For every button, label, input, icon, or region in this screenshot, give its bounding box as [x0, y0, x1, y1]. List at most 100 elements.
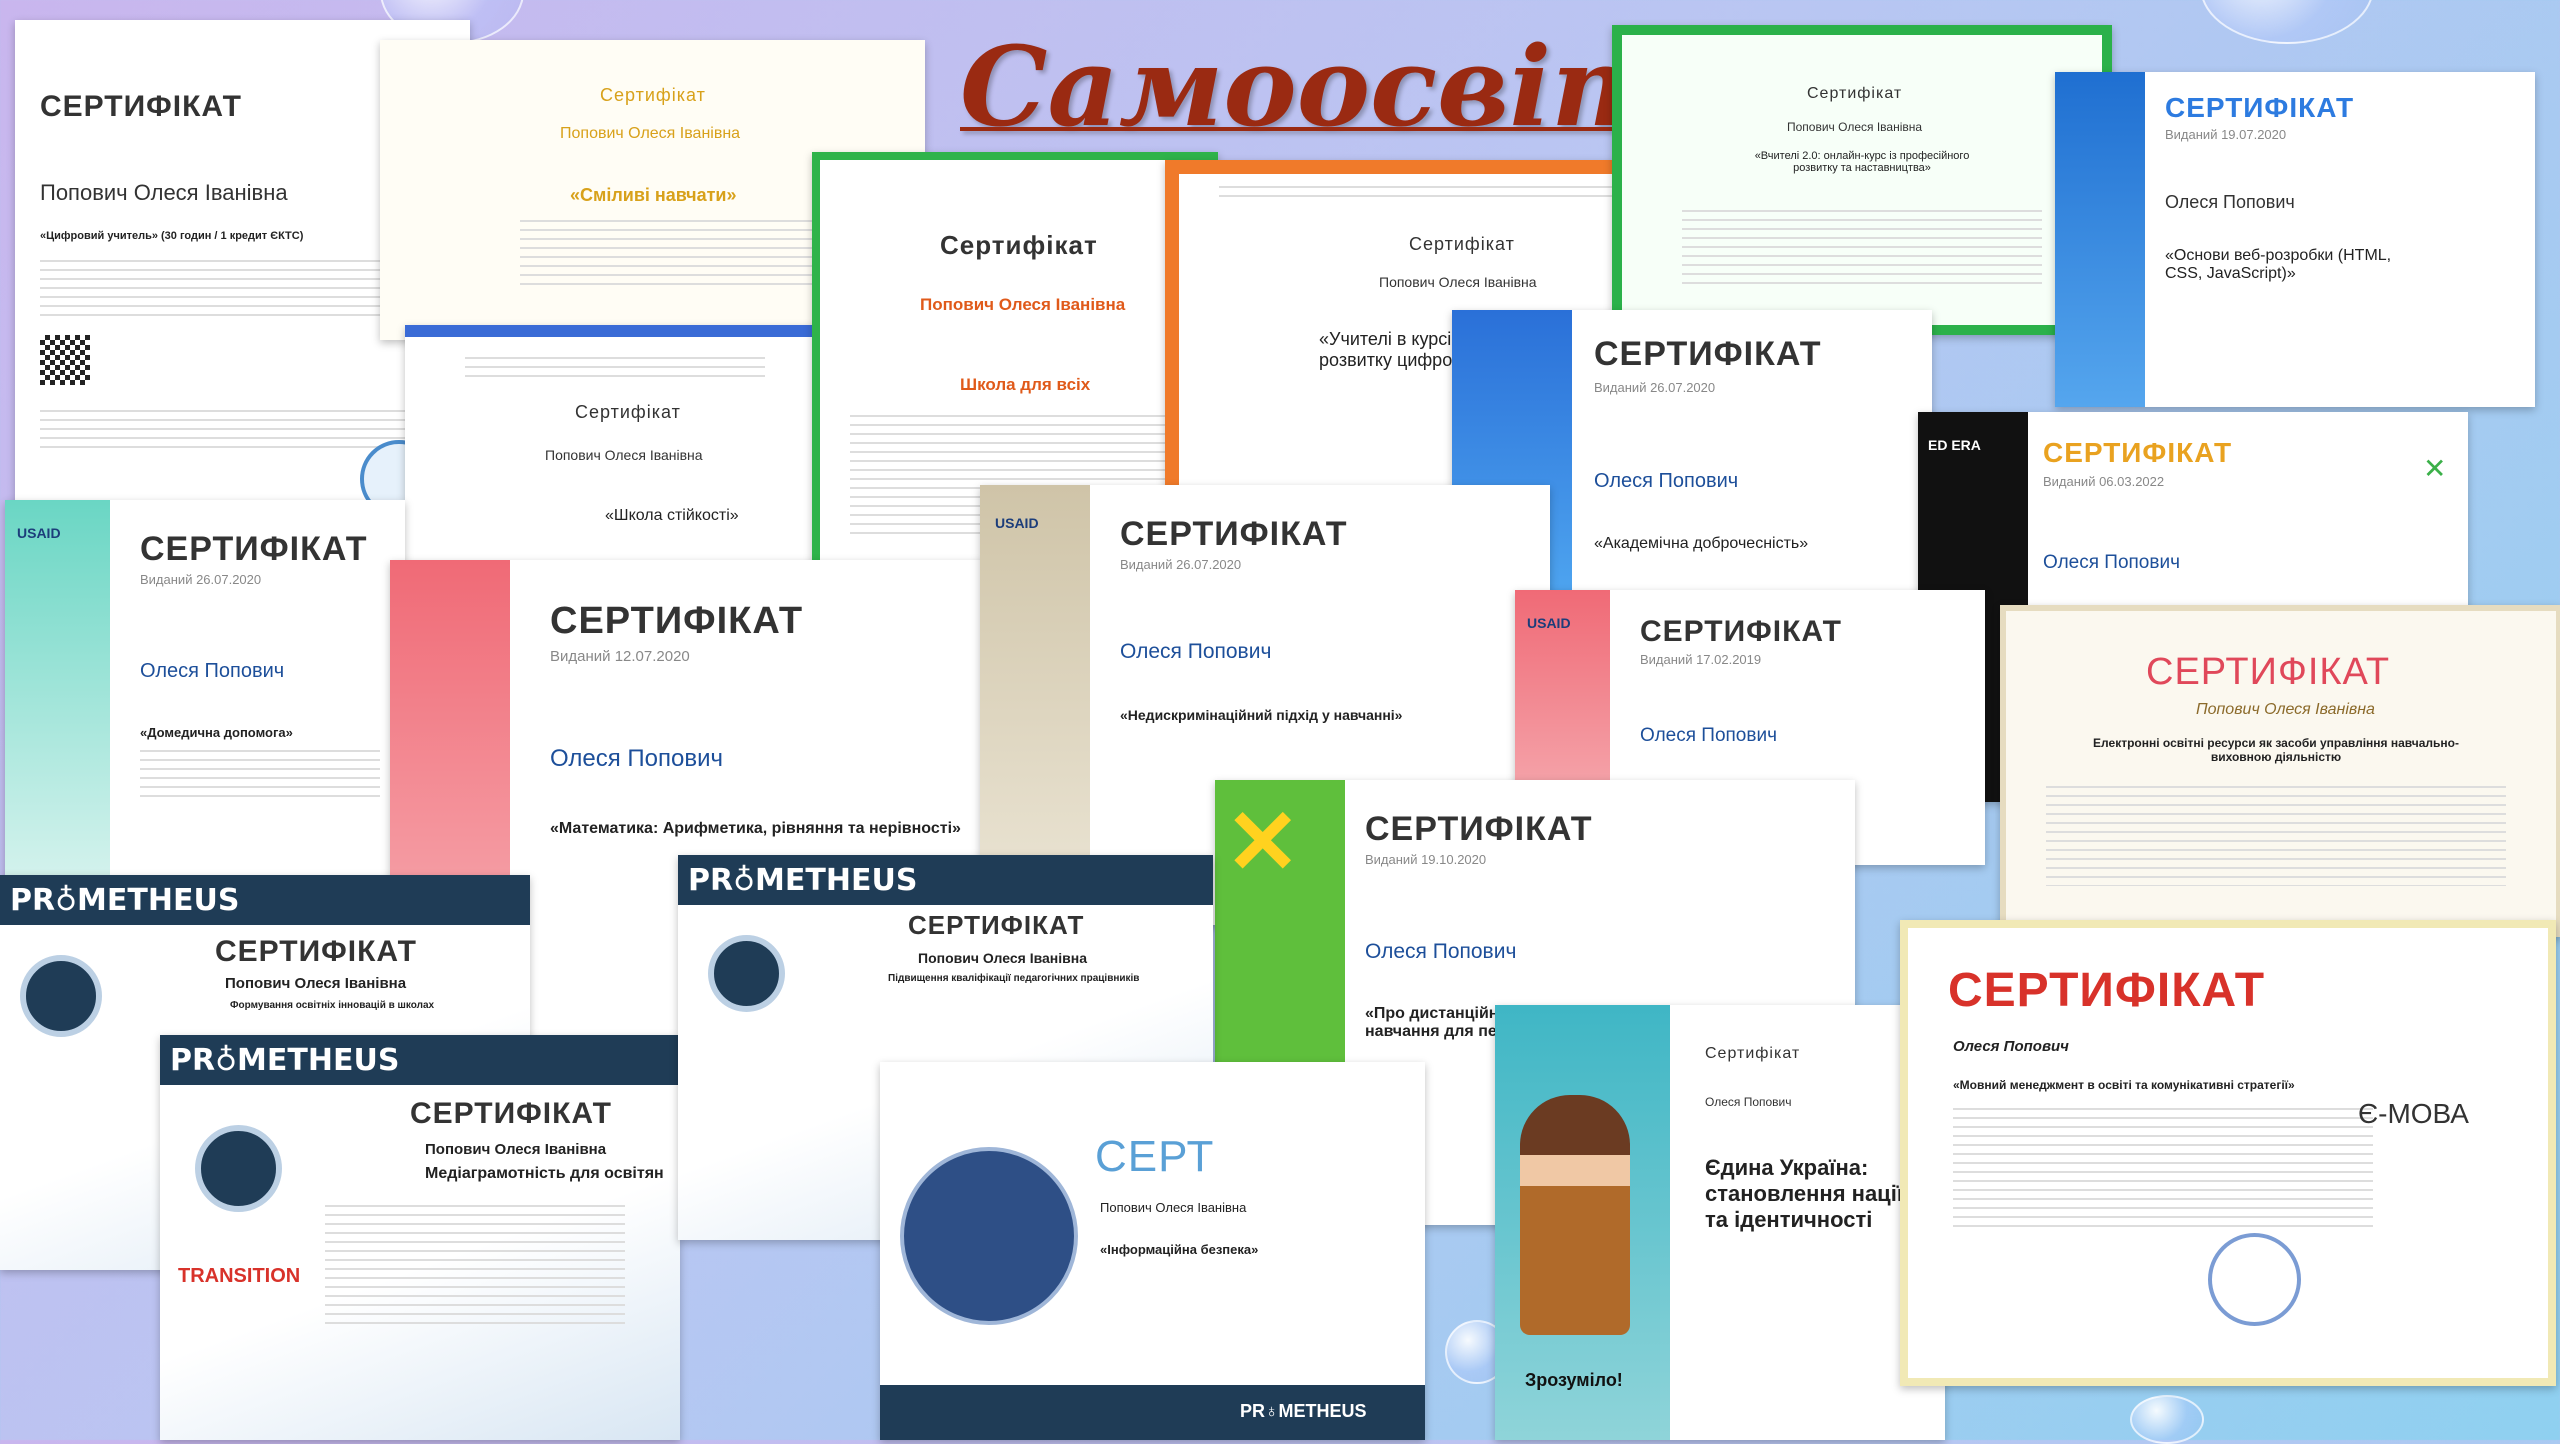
cert-course: «Інформаційна безпека» — [1100, 1242, 1259, 1257]
prometheus-logo: PR♁METHEUS — [170, 1043, 400, 1078]
cert-title: СЕРТИФІКАТ — [550, 600, 804, 642]
cert-date: Виданий 06.03.2022 — [2043, 474, 2165, 489]
certificate-web-dev-basics: СЕРТИФІКАТ Виданий 19.07.2020 Олеся Попо… — [2055, 72, 2535, 407]
cert-course: «Недискримінаційний підхід у навчанні» — [1120, 707, 1403, 723]
cert-side-stripe — [2055, 72, 2145, 407]
cert-text-lines — [465, 357, 765, 377]
cert-seal-icon — [2208, 1233, 2301, 1326]
prometheus-header: PR♁METHEUS — [678, 855, 1213, 905]
cert-title: Сертифікат — [1705, 1045, 1801, 1062]
cert-name: Олеся Попович — [140, 660, 285, 682]
cert-title: СЕРТИФІКАТ — [140, 530, 368, 568]
cert-name: Олеся Попович — [550, 745, 724, 772]
cert-name: Попович Олеся Іванівна — [225, 975, 407, 992]
cert-date: Виданий 17.02.2019 — [1640, 652, 1762, 667]
cert-title: СЕРТИФІКАТ — [2165, 92, 2355, 123]
cert-date: Виданий 26.07.2020 — [140, 572, 262, 587]
cert-text-lines — [1682, 210, 2042, 290]
prometheus-header: PR♁METHEUS — [0, 875, 530, 925]
cert-name: Попович Олеся Іванівна — [920, 295, 1126, 314]
cert-name: Олеся Попович — [1594, 470, 1739, 492]
certificate-language-management: СЕРТИФІКАТ Олеся Попович «Мовний менеджм… — [1900, 920, 2556, 1386]
certificate-e-resources: СЕРТИФІКАТ Попович Олеся Іванівна Електр… — [2000, 605, 2560, 937]
cert-title: Сертифікат — [1807, 85, 1903, 102]
cert-course: Єдина Україна: становлення нації та іден… — [1705, 1155, 1903, 1232]
usaid-logo: USAID — [995, 515, 1039, 531]
x-shape-decoration: ✕ — [1225, 793, 1301, 893]
cert-date: Виданий 26.07.2020 — [1594, 380, 1716, 395]
cert-text-lines — [1953, 1108, 2373, 1228]
cert-course: «Мовний менеджмент в освіті та комунікат… — [1953, 1078, 2295, 1092]
cert-title: Сертифікат — [940, 230, 1098, 260]
cert-course: «Сміливі навчати» — [570, 185, 737, 205]
certificate-teachers-2-0: Сертифікат Попович Олеся Іванівна «Вчите… — [1612, 25, 2112, 335]
person-photo — [1520, 1095, 1630, 1335]
certificate-united-ukraine: Зрозуміло! Сертифікат Олеся Попович Єдин… — [1495, 1005, 1945, 1440]
cert-course: «Школа стійкості» — [605, 507, 739, 524]
slide-title: Самоосвіта: — [960, 22, 1780, 151]
cert-name: Попович Олеся Іванівна — [2196, 701, 2375, 718]
cert-name: Попович Олеся Іванівна — [1379, 274, 1537, 290]
cert-name: Олеся Попович — [1705, 1095, 1792, 1109]
cert-course: Медіаграмотність для освітян — [425, 1165, 664, 1182]
edera-logo: ED ERA — [1928, 437, 1981, 453]
prometheus-logo: PR♁METHEUS — [688, 863, 918, 898]
cert-name: Олеся Попович — [2043, 552, 2180, 573]
cert-text-lines — [325, 1205, 625, 1325]
cert-title: СЕРТИФІКАТ — [2146, 651, 2391, 693]
cert-title: Сертифікат — [575, 402, 681, 422]
certificate-prometheus-media-literacy: PR♁METHEUS СЕРТИФІКАТ Попович Олеся Іван… — [160, 1035, 680, 1440]
cert-title: СЕРТ — [1095, 1132, 1215, 1181]
cert-name: Олеся Попович — [2165, 192, 2295, 212]
cert-text-lines — [40, 260, 430, 320]
zrozumilo-logo: Зрозуміло! — [1525, 1370, 1623, 1390]
cert-title: СЕРТИФІКАТ — [908, 910, 1085, 940]
bubble-decoration — [2130, 1395, 2204, 1444]
cert-text-lines — [140, 750, 380, 800]
cert-date: Виданий 26.07.2020 — [1120, 557, 1242, 572]
cert-title: Сертифікат — [600, 85, 706, 105]
bubble-decoration — [2200, 0, 2374, 44]
cert-text-lines — [520, 220, 820, 290]
lightbulb-seal-icon — [900, 1147, 1078, 1325]
cert-text-lines — [1219, 186, 1619, 200]
cert-name: Попович Олеся Іванівна — [40, 180, 288, 205]
cert-name: Попович Олеся Іванівна — [425, 1141, 607, 1158]
cert-side-stripe — [5, 500, 110, 890]
cert-name: Попович Олеся Іванівна — [1100, 1200, 1247, 1215]
usaid-logo: USAID — [17, 525, 61, 541]
cert-date: Виданий 19.10.2020 — [1365, 852, 1487, 867]
cert-course: «Вчителі 2.0: онлайн-курс із професійног… — [1754, 150, 1970, 174]
usaid-logo: USAID — [1527, 615, 1571, 631]
cert-text-lines — [2046, 786, 2506, 886]
cert-title: СЕРТИФІКАТ — [1365, 810, 1593, 848]
certificate-resilience-school: Сертифікат Попович Олеся Іванівна «Школа… — [405, 325, 835, 567]
cert-course: Підвищення кваліфікації педагогічних пра… — [888, 973, 1140, 984]
prometheus-footer-logo: PR♁METHEUS — [1240, 1401, 1367, 1421]
certificate-information-security: СЕРТ Попович Олеся Іванівна «Інформаційн… — [880, 1062, 1425, 1440]
transition-logo: TRANSITION — [178, 1265, 301, 1287]
cert-course: Формування освітніх інновацій в школах — [230, 1000, 435, 1011]
cert-title: СЕРТИФІКАТ — [2043, 437, 2233, 468]
cert-course: Електронні освітні ресурси як засоби упр… — [2093, 736, 2459, 764]
prometheus-logo: PR♁METHEUS — [10, 883, 240, 918]
prometheus-footer: PR♁METHEUS — [880, 1385, 1425, 1440]
cert-title: Сертифікат — [1409, 234, 1515, 254]
cert-title: СЕРТИФІКАТ — [1594, 335, 1822, 373]
cert-text-lines — [40, 410, 420, 450]
award-badge-icon — [195, 1125, 282, 1212]
cert-title: СЕРТИФІКАТ — [40, 90, 242, 123]
cert-date: Виданий 12.07.2020 — [550, 648, 690, 665]
qr-code-icon — [40, 335, 90, 385]
close-icon: ✕ — [2423, 453, 2447, 484]
cert-title: СЕРТИФІКАТ — [1120, 515, 1348, 553]
cert-course: Школа для всіх — [960, 375, 1091, 394]
cert-date: Виданий 19.07.2020 — [2165, 127, 2287, 142]
emova-logo: Є-МОВА — [2358, 1098, 2469, 1129]
cert-course: «Академічна доброчесність» — [1594, 535, 1809, 552]
cert-name: Олеся Попович — [1953, 1038, 2069, 1055]
award-badge-icon — [708, 935, 785, 1012]
cert-course: «Математика: Арифметика, рівняння та нер… — [550, 820, 961, 837]
cert-title: СЕРТИФІКАТ — [1948, 964, 2266, 1017]
prometheus-header: PR♁METHEUS — [160, 1035, 680, 1085]
